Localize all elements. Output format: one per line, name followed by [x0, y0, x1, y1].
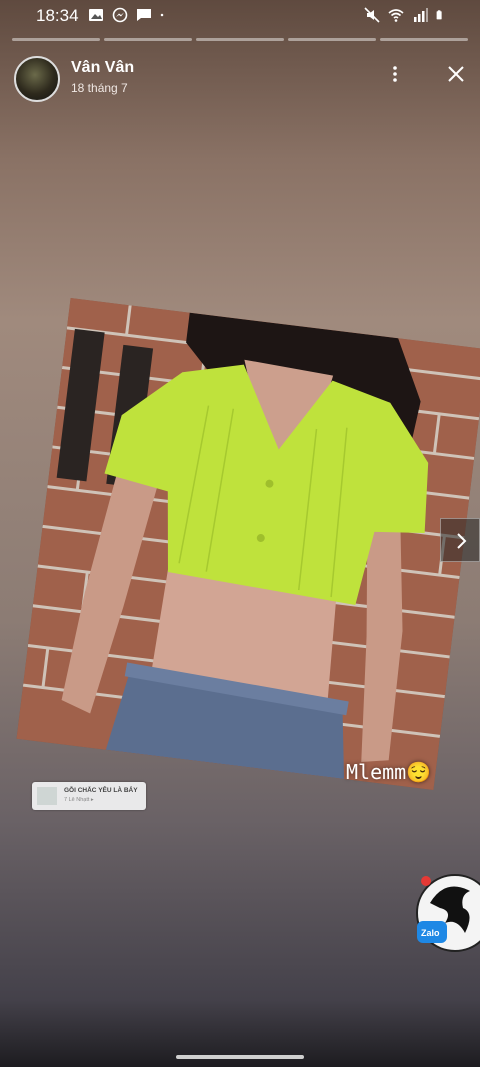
progress-segment: [104, 38, 192, 41]
status-time: 18:34: [36, 6, 79, 25]
next-story-button[interactable]: [440, 518, 480, 562]
dot-icon: [160, 13, 164, 17]
status-bar: 18:34: [0, 0, 480, 32]
progress-segment: [196, 38, 284, 41]
image-icon: [89, 9, 103, 21]
messenger-icon: [112, 7, 128, 23]
more-options-icon[interactable]: [384, 62, 406, 86]
battery-icon: [436, 10, 442, 20]
music-sticker[interactable]: GỖI CHẮC YÊU LÀ BẢY 7 Lê Nhạtt ▸: [32, 782, 146, 810]
progress-segment: [288, 38, 376, 41]
user-name[interactable]: Vân Vân: [71, 59, 134, 77]
mute-icon: [364, 7, 380, 23]
story-progress: [12, 38, 468, 41]
story-viewer: 18:34 Vân Vân 18 tháng 7 Mlemm😌 GỖI CHẮC…: [0, 0, 480, 1067]
sticker-thumbnail: [37, 787, 57, 805]
avatar[interactable]: [14, 56, 60, 102]
story-date: 18 tháng 7: [71, 81, 128, 95]
story-photo: [16, 298, 480, 790]
zalo-label: Zalo: [421, 928, 440, 938]
close-icon[interactable]: [444, 62, 468, 86]
wifi-icon: [388, 9, 404, 22]
progress-segment: [12, 38, 100, 41]
chevron-right-icon: [457, 533, 467, 549]
signal-icon: [414, 8, 428, 22]
sticker-subtitle: 7 Lê Nhạtt ▸: [64, 797, 94, 803]
story-caption: Mlemm😌: [346, 760, 432, 784]
sticker-title: GỖI CHẮC YÊU LÀ BẢY: [64, 787, 138, 794]
floating-chat-bubble[interactable]: Zalo: [415, 873, 480, 953]
chat-icon: [137, 9, 151, 21]
home-indicator[interactable]: [176, 1055, 304, 1059]
progress-segment: [380, 38, 468, 41]
